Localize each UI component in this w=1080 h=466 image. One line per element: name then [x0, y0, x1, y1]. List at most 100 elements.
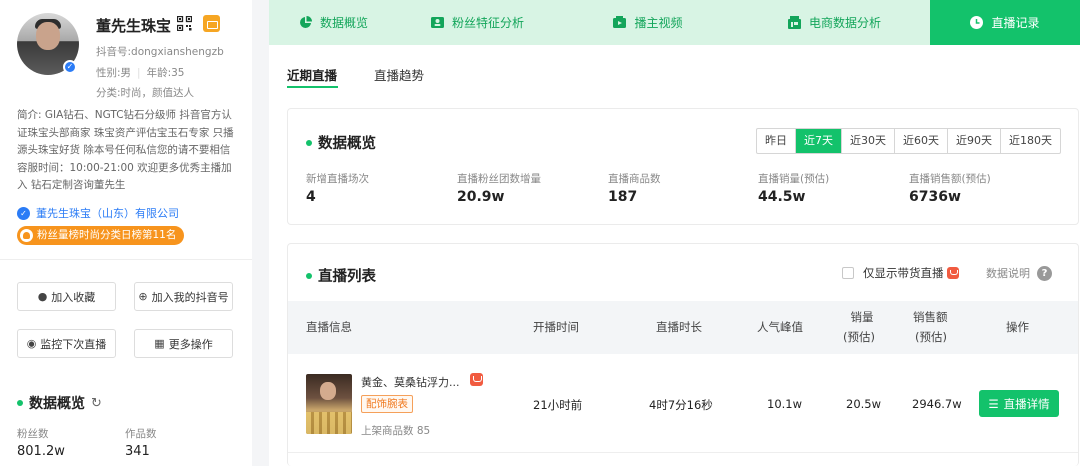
tab-data-overview[interactable]: 数据概览	[269, 0, 398, 45]
kpi-value: 4	[306, 189, 316, 205]
rank-text: 粉丝量榜时尚分类日榜第11名	[37, 229, 177, 241]
col-start-time: 开播时间	[533, 320, 579, 334]
live-detail-label: 直播详情	[1003, 396, 1050, 411]
green-dot	[306, 272, 312, 279]
row-divider	[288, 452, 1078, 453]
help-icon[interactable]: ?	[1037, 265, 1052, 281]
kpi-value: 6736w	[909, 189, 961, 205]
kpi-label: 直播销量(预估)	[758, 173, 830, 185]
data-help[interactable]: 数据说明 ?	[986, 265, 1052, 281]
kpi-label: 新增直播场次	[306, 173, 369, 185]
company-link[interactable]: ✓ 董先生珠宝（山东）有限公司	[17, 205, 179, 221]
grid-icon: ▦	[154, 337, 165, 350]
add-my-account-button[interactable]: ⊕ 加入我的抖音号	[134, 282, 233, 311]
more-actions-button[interactable]: ▦ 更多操作	[134, 329, 233, 358]
overview-card	[287, 108, 1079, 225]
verified-icon: ✓	[63, 60, 77, 74]
tab-live-records[interactable]: 直播记录	[930, 0, 1080, 45]
douyin-id: 抖音号:dongxianshengzb	[96, 46, 224, 58]
live-title[interactable]: 黄金、莫桑钻浮力...	[361, 374, 460, 390]
monitor-live-label: 监控下次直播	[40, 337, 107, 351]
store-icon	[787, 16, 801, 29]
kpi-value: 44.5w	[758, 189, 806, 205]
kpi-label: 直播粉丝团数增量	[457, 173, 541, 185]
works-value: 341	[125, 444, 150, 459]
tab-ecommerce[interactable]: 电商数据分析	[739, 0, 930, 45]
category-tag: 配饰腕表	[361, 395, 413, 413]
refresh-icon[interactable]: ↻	[91, 396, 102, 411]
live-thumbnail[interactable]	[306, 374, 352, 434]
profile-sidebar: ✓ 董先生珠宝 抖音号:dongxianshengzb 性别:男 | 年龄:35 分…	[0, 0, 252, 466]
age: 年龄:35	[146, 67, 185, 79]
col-peak: 人气峰值	[757, 320, 803, 334]
kpi-value: 187	[608, 189, 638, 205]
revenue: 2946.7w	[912, 397, 962, 411]
plus-circle-icon: ⊕	[138, 290, 148, 303]
range-30-days[interactable]: 近30天	[841, 129, 894, 153]
duration: 4时7分16秒	[649, 398, 713, 412]
add-my-account-label: 加入我的抖音号	[151, 290, 229, 304]
range-60-days[interactable]: 近60天	[894, 129, 947, 153]
green-dot	[306, 139, 312, 146]
shopping-bag-icon	[470, 373, 483, 386]
gender-age: 性别:男 | 年龄:35	[96, 65, 185, 80]
rank-badge[interactable]: 粉丝量榜时尚分类日榜第11名	[17, 226, 185, 245]
range-7-days[interactable]: 近7天	[795, 129, 841, 153]
checkbox[interactable]	[842, 267, 854, 279]
favorite-icon: ●	[37, 290, 48, 303]
subtab-live-trend[interactable]: 直播趋势	[374, 65, 424, 84]
range-180-days[interactable]: 近180天	[1000, 129, 1060, 153]
live-list-title-label: 直播列表	[318, 269, 376, 285]
subtab-recent-live[interactable]: 近期直播	[287, 65, 337, 84]
goods-count: 上架商品数 85	[361, 425, 431, 437]
company-name: 董先生珠宝（山东）有限公司	[36, 207, 179, 220]
shopping-bag-icon	[946, 267, 959, 279]
green-dot	[17, 400, 23, 406]
subtab-underline	[287, 86, 338, 88]
range-90-days[interactable]: 近90天	[947, 129, 1000, 153]
col-action: 操作	[1006, 320, 1029, 334]
more-actions-label: 更多操作	[168, 337, 213, 351]
live-list-title: 直播列表	[306, 265, 376, 286]
pie-chart-icon	[300, 16, 312, 28]
only-goods-label: 仅显示带货直播	[863, 266, 944, 280]
range-yesterday[interactable]: 昨日	[757, 129, 795, 153]
col-revenue: 销售额	[913, 310, 948, 324]
col-sales: 销量	[850, 310, 874, 324]
tab-videos-label: 播主视频	[634, 16, 683, 30]
crown-icon	[20, 229, 33, 242]
tab-videos[interactable]: 播主视频	[557, 0, 739, 45]
fans-label: 粉丝数	[17, 428, 49, 440]
start-time: 21小时前	[533, 398, 583, 412]
col-live-info: 直播信息	[306, 320, 352, 334]
bio: 简介: GIA钻石、NGTC钻石分级师 抖音官方认证珠宝头部商家 珠宝资产评估宝…	[17, 109, 234, 191]
peak-viewers: 10.1w	[767, 397, 803, 411]
clock-icon	[970, 16, 984, 29]
fans-value: 801.2w	[17, 444, 65, 459]
gender: 性别:男	[96, 67, 132, 79]
video-icon	[613, 16, 627, 28]
overview-title-label: 数据概览	[318, 136, 376, 152]
col-revenue-est: (预估)	[915, 330, 947, 344]
tab-fans-analysis[interactable]: 粉丝特征分析	[398, 0, 557, 45]
user-card-icon	[430, 17, 444, 28]
data-help-label: 数据说明	[986, 267, 1030, 280]
top-nav: 数据概览 粉丝特征分析 播主视频 电商数据分析 直播记录	[269, 0, 1080, 45]
monitor-live-button[interactable]: ◉ 监控下次直播	[17, 329, 116, 358]
account-name: 董先生珠宝	[96, 17, 172, 35]
tab-data-overview-label: 数据概览	[319, 16, 368, 30]
shop-icon[interactable]	[203, 15, 220, 32]
only-goods-filter[interactable]: 仅显示带货直播	[842, 265, 959, 281]
live-detail-button[interactable]: ☰ 直播详情	[979, 390, 1059, 417]
tab-ecommerce-label: 电商数据分析	[808, 16, 881, 30]
sidebar-overview-title: 数据概览 ↻	[17, 393, 102, 413]
monitor-icon: ◉	[26, 337, 37, 350]
category: 分类:时尚，颜值达人	[96, 87, 195, 99]
kpi-value: 20.9w	[457, 189, 505, 205]
add-favorite-label: 加入收藏	[51, 290, 96, 304]
verified-company-icon: ✓	[17, 206, 30, 220]
kpi-label: 直播商品数	[608, 173, 661, 185]
qr-code-icon[interactable]	[177, 16, 192, 31]
add-favorite-button[interactable]: ● 加入收藏	[17, 282, 116, 311]
tab-live-records-label: 直播记录	[991, 16, 1040, 30]
